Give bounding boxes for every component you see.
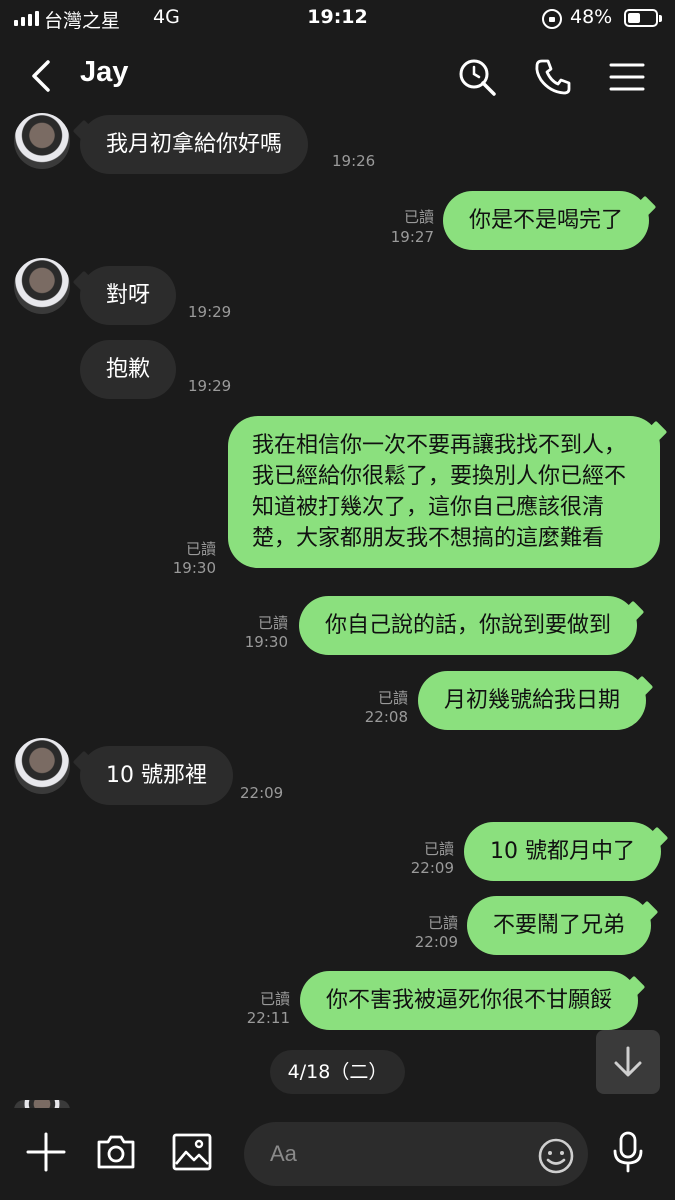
read-receipt: 已讀 — [185, 540, 216, 558]
scroll-down-button[interactable] — [596, 1030, 660, 1094]
message-time: 19:27 — [390, 228, 434, 246]
plus-icon[interactable] — [24, 1130, 68, 1174]
message-bubble-outgoing[interactable]: 10 號都月中了 — [464, 822, 661, 881]
message-bubble-outgoing[interactable]: 我在相信你一次不要再讓我找不到人，我已經給你很鬆了，要換別人你已經不知道被打幾次… — [228, 416, 660, 568]
read-receipt: 已讀 — [257, 614, 288, 632]
hamburger-menu-icon[interactable] — [606, 56, 648, 98]
read-receipt: 已讀 — [423, 840, 454, 858]
message-bubble-outgoing[interactable]: 你是不是喝完了 — [443, 191, 650, 250]
message-time: 19:30 — [244, 633, 288, 651]
message-bubble-incoming[interactable]: 對呀 — [80, 266, 177, 325]
message-time: 19:29 — [188, 303, 232, 321]
message-bubble-outgoing[interactable]: 你不害我被逼死你很不甘願餒 — [300, 971, 639, 1030]
avatar[interactable] — [14, 113, 70, 169]
message-time: 19:26 — [332, 152, 376, 170]
read-receipt: 已讀 — [377, 689, 408, 707]
message-time: 22:09 — [410, 859, 454, 877]
read-receipt: 已讀 — [403, 208, 434, 226]
chat-title[interactable]: Jay — [80, 56, 128, 89]
read-receipt: 已讀 — [259, 990, 290, 1008]
read-receipt: 已讀 — [427, 914, 458, 932]
message-bubble-outgoing[interactable]: 月初幾號給我日期 — [418, 671, 647, 730]
camera-icon[interactable] — [94, 1130, 138, 1174]
message-time: 22:09 — [414, 933, 458, 951]
message-time: 19:30 — [172, 559, 216, 577]
message-bubble-outgoing[interactable]: 不要鬧了兄弟 — [467, 896, 652, 955]
avatar[interactable] — [14, 738, 70, 794]
chevron-left-icon[interactable] — [26, 56, 58, 96]
message-bubble-incoming[interactable]: 10 號那裡 — [80, 746, 233, 805]
rotation-lock-icon — [542, 9, 562, 29]
search-icon[interactable] — [456, 56, 498, 98]
message-bubble-incoming[interactable]: 我月初拿給你好嗎 — [80, 115, 309, 174]
message-time: 19:29 — [188, 377, 232, 395]
message-time: 22:09 — [240, 784, 284, 802]
input-bar — [0, 1108, 675, 1200]
chat-header: Jay — [0, 38, 675, 110]
date-separator: 4/18（二） — [270, 1050, 405, 1094]
arrow-down-icon — [614, 1046, 642, 1077]
status-bar: 台灣之星 4G 19:12 48% — [0, 0, 675, 38]
chat-area: 我月初拿給你好嗎 19:26 已讀 19:27 你是不是喝完了 對呀 19:29… — [0, 0, 675, 1200]
avatar[interactable] — [14, 258, 70, 314]
message-time: 22:11 — [246, 1009, 290, 1027]
message-bubble-incoming[interactable]: 抱歉 — [80, 340, 177, 399]
battery-icon — [624, 9, 662, 27]
microphone-icon[interactable] — [606, 1130, 650, 1174]
emoji-icon[interactable] — [536, 1136, 576, 1176]
message-bubble-outgoing[interactable]: 你自己說的話，你說到要做到 — [299, 596, 638, 655]
message-time: 22:08 — [364, 708, 408, 726]
image-icon[interactable] — [170, 1130, 214, 1174]
phone-icon[interactable] — [532, 56, 574, 98]
battery-percentage: 48% — [570, 6, 613, 28]
